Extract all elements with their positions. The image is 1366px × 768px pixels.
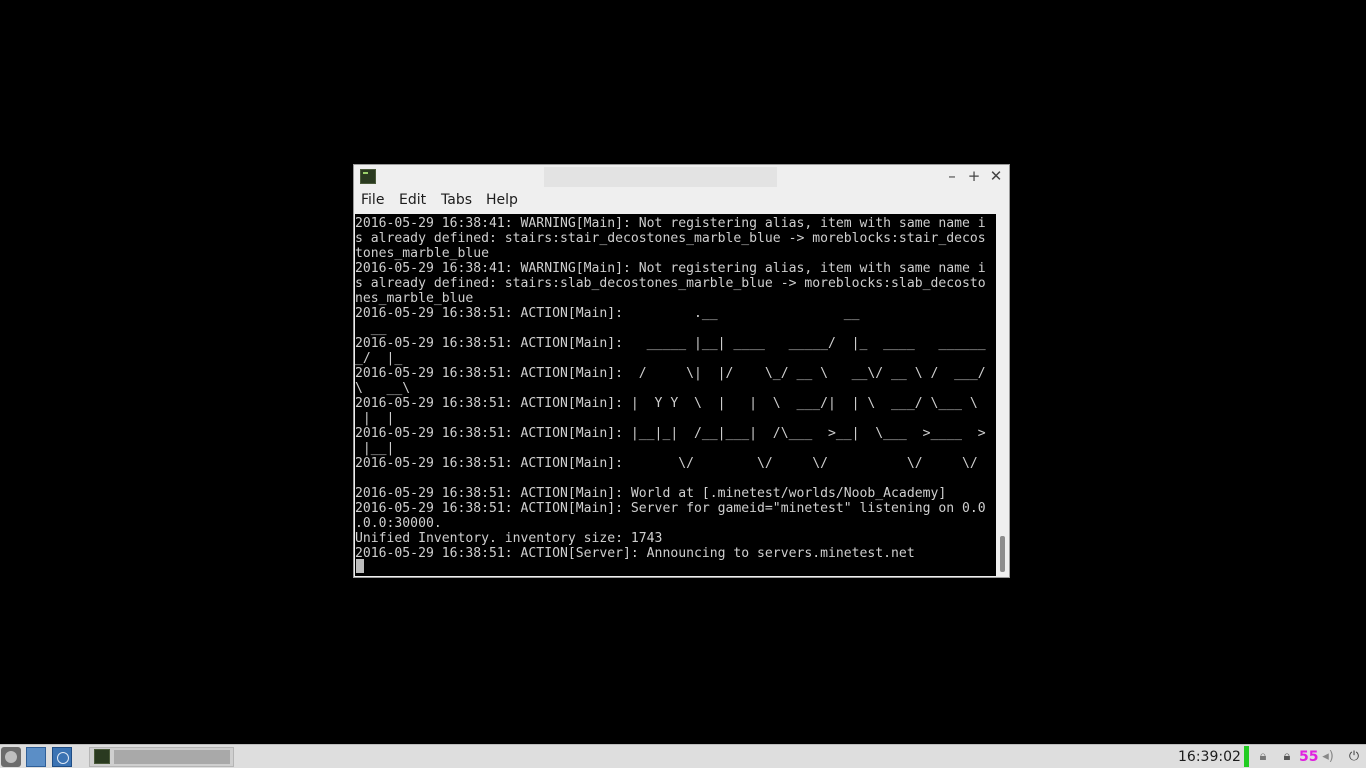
terminal-window[interactable]: – + ✕ File Edit Tabs Help 2016-05-29 16:… — [353, 164, 1010, 578]
text-cursor — [356, 559, 364, 573]
start-menu-icon[interactable] — [1, 747, 21, 767]
terminal-icon — [360, 169, 376, 184]
task-label — [114, 750, 230, 764]
menu-help[interactable]: Help — [486, 191, 518, 210]
menu-edit[interactable]: Edit — [399, 191, 426, 210]
file-manager-icon[interactable] — [26, 747, 46, 767]
terminal-output[interactable]: 2016-05-29 16:38:41: WARNING[Main]: Not … — [355, 214, 996, 576]
title-bar[interactable]: – + ✕ — [354, 165, 1009, 188]
battery-indicator[interactable] — [1244, 746, 1249, 767]
window-title — [544, 167, 777, 187]
desktop: – + ✕ File Edit Tabs Help 2016-05-29 16:… — [0, 0, 1366, 744]
taskbar-terminal-button[interactable] — [89, 747, 234, 767]
scrollbar-thumb[interactable] — [1000, 536, 1005, 572]
minimize-button[interactable]: – — [943, 167, 961, 185]
lock-icon[interactable]: 🔒︎ — [1279, 748, 1295, 766]
lock-icon[interactable]: 🔒︎ — [1255, 748, 1271, 766]
maximize-button[interactable]: + — [965, 167, 983, 185]
browser-icon[interactable] — [52, 747, 72, 767]
close-button[interactable]: ✕ — [987, 167, 1005, 185]
power-icon[interactable]: ⏻ — [1346, 748, 1362, 766]
tray-counter[interactable]: 55 — [1299, 747, 1318, 767]
volume-icon[interactable]: ◂) — [1320, 748, 1336, 766]
terminal-icon — [94, 749, 110, 764]
vertical-scrollbar[interactable] — [996, 214, 1009, 576]
menu-bar: File Edit Tabs Help — [354, 188, 1009, 213]
clock[interactable]: 16:39:02 — [1178, 747, 1241, 767]
menu-tabs[interactable]: Tabs — [441, 191, 472, 210]
menu-file[interactable]: File — [361, 191, 384, 210]
taskbar: 16:39:02 🔒︎ 🔒︎ 55 ◂) ⏻ — [0, 744, 1366, 768]
terminal-text: 2016-05-29 16:38:41: WARNING[Main]: Not … — [355, 216, 986, 561]
